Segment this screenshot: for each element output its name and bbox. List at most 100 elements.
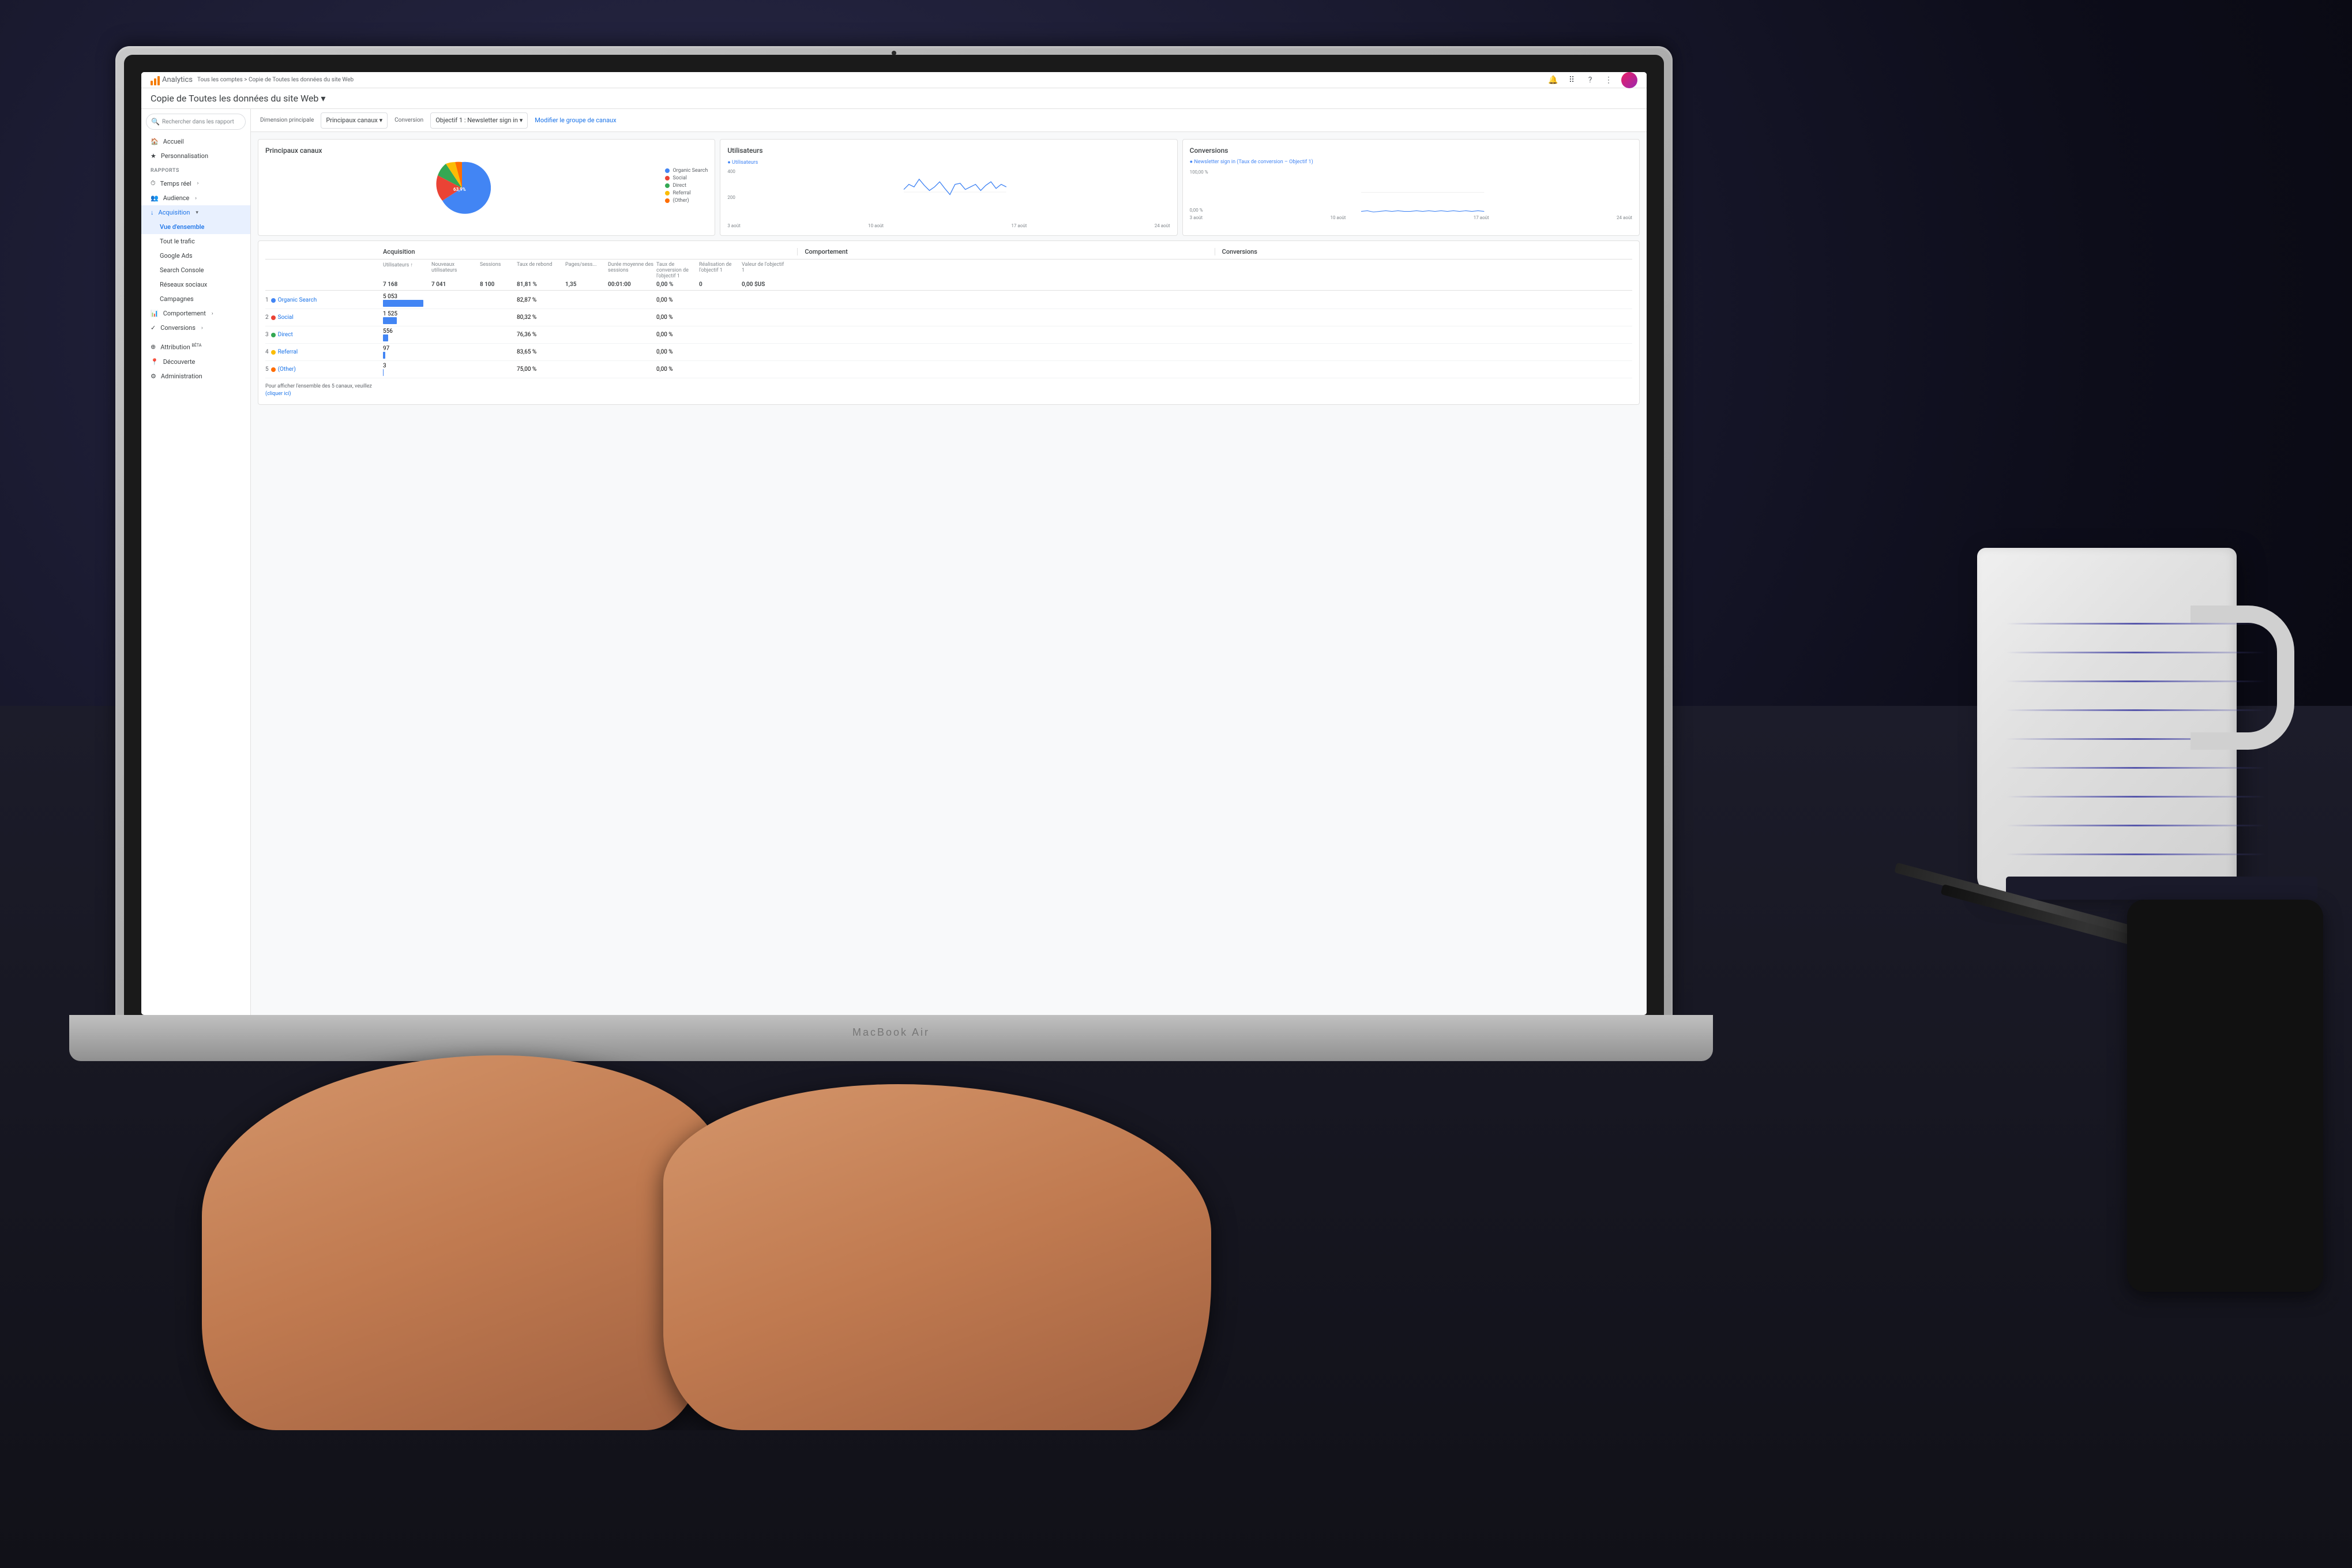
sidebar-item-attribution[interactable]: ⊕ Attribution BÊTA bbox=[141, 340, 250, 355]
chevron-right-icon-2: › bbox=[195, 195, 197, 201]
col-header-pages[interactable]: Pages/sess... bbox=[565, 262, 606, 279]
sidebar-label-search-console: Search Console bbox=[160, 266, 204, 274]
sidebar-item-search-console[interactable]: Search Console bbox=[141, 263, 250, 277]
conversions-line bbox=[1361, 210, 1484, 212]
table-channel-header bbox=[265, 248, 381, 255]
screen-bezel: Analytics Tous les comptes > Copie de To… bbox=[124, 55, 1664, 1018]
row-channel-direct[interactable]: 3 Direct bbox=[265, 332, 381, 338]
sidebar-item-decouverte[interactable]: 📍 Découverte bbox=[141, 355, 250, 369]
x-conv-label-2: 10 août bbox=[1330, 215, 1346, 220]
totals-value: 0,00 $US bbox=[742, 281, 788, 288]
sidebar-item-vue-ensemble[interactable]: Vue d'ensemble bbox=[141, 220, 250, 234]
y-axis-conversions: 100,00 % 0,00 % bbox=[1190, 170, 1211, 213]
channel-link-direct[interactable]: Direct bbox=[278, 332, 293, 338]
legend-label-other: (Other) bbox=[672, 198, 689, 204]
laptop-lid: Analytics Tous les comptes > Copie de To… bbox=[115, 46, 1673, 1026]
analytics-ui: Analytics Tous les comptes > Copie de To… bbox=[141, 72, 1647, 1015]
dimension-value: Principaux canaux ▾ bbox=[326, 116, 382, 124]
bar-social bbox=[383, 317, 397, 324]
sidebar-item-conversions[interactable]: ✓ Conversions › bbox=[141, 321, 250, 335]
col-header-value[interactable]: Valeur de l'objectif 1 bbox=[742, 262, 788, 279]
col-header-completions[interactable]: Réalisation de l'objectif 1 bbox=[699, 262, 739, 279]
bar-other bbox=[383, 369, 384, 376]
channel-link-organic[interactable]: Organic Search bbox=[278, 297, 317, 303]
channel-link-referral[interactable]: Referral bbox=[278, 349, 298, 355]
breadcrumb: Tous les comptes > Copie de Toutes les d… bbox=[197, 77, 1543, 83]
table-row: 5 (Other) 3 bbox=[265, 361, 1632, 378]
page-title: Copie de Toutes les données du site Web … bbox=[151, 93, 1637, 104]
notifications-icon[interactable]: 🔔 bbox=[1547, 74, 1559, 86]
totals-pages: 1,35 bbox=[565, 281, 606, 288]
main-area: 🔍 Rechercher dans les rapport 🏠 Accueil … bbox=[141, 109, 1647, 1015]
help-icon[interactable]: ? bbox=[1584, 74, 1596, 86]
row-users-organic: 5 053 bbox=[383, 294, 429, 307]
row-bounce-referral: 83,65 % bbox=[517, 349, 563, 355]
edit-canaux-link[interactable]: Modifier le groupe de canaux bbox=[535, 116, 616, 124]
row-channel-social[interactable]: 2 Social bbox=[265, 314, 381, 321]
phone bbox=[2127, 900, 2323, 1292]
sidebar-item-reseaux-sociaux[interactable]: Réseaux sociaux bbox=[141, 277, 250, 292]
chevron-right-icon: › bbox=[197, 181, 199, 186]
sidebar-item-campagnes[interactable]: Campagnes bbox=[141, 292, 250, 306]
dimension-label: Dimension principale bbox=[260, 117, 314, 123]
sidebar-label-vue-ensemble: Vue d'ensemble bbox=[160, 223, 204, 231]
row-channel-organic[interactable]: 1 Organic Search bbox=[265, 297, 381, 303]
channel-link-social[interactable]: Social bbox=[278, 314, 294, 321]
sidebar-item-administration[interactable]: ⚙ Administration bbox=[141, 369, 250, 383]
totals-completions: 0 bbox=[699, 281, 739, 288]
clock-icon: ⏱ bbox=[151, 179, 156, 187]
legend-direct: Direct bbox=[665, 183, 708, 189]
chart-utilisateurs-title: Utilisateurs bbox=[727, 146, 1170, 155]
y-axis-conv-min: 0,00 % bbox=[1190, 208, 1208, 213]
mug-stripe-6 bbox=[2006, 767, 2265, 769]
conversion-dropdown[interactable]: Objectif 1 : Newsletter sign in ▾ bbox=[430, 112, 528, 129]
apps-icon[interactable]: ⠿ bbox=[1566, 74, 1577, 86]
col-header-conv-rate[interactable]: Taux de conversion de l'objectif 1 bbox=[656, 262, 697, 279]
row-channel-referral[interactable]: 4 Referral bbox=[265, 349, 381, 355]
dot-organic bbox=[271, 298, 276, 303]
channel-link-other[interactable]: (Other) bbox=[278, 366, 296, 373]
legend-other: (Other) bbox=[665, 198, 708, 204]
dimension-dropdown[interactable]: Principaux canaux ▾ bbox=[321, 112, 388, 129]
table-row: 4 Referral 97 bbox=[265, 344, 1632, 361]
pie-label-percent: 63,9% bbox=[453, 187, 466, 192]
show-all-link[interactable]: (cliquer ici) bbox=[265, 391, 291, 397]
totals-users: 7 168 bbox=[383, 281, 429, 288]
row-channel-other[interactable]: 5 (Other) bbox=[265, 366, 381, 373]
sidebar-search[interactable]: 🔍 Rechercher dans les rapport bbox=[146, 114, 246, 130]
bar-direct bbox=[383, 334, 388, 341]
comportement-section-title: Comportement bbox=[800, 248, 1215, 255]
conversion-value: Objectif 1 : Newsletter sign in ▾ bbox=[435, 116, 523, 124]
logo-bars bbox=[151, 75, 160, 85]
user-avatar[interactable] bbox=[1621, 72, 1637, 88]
arrow-down-icon: ↓ bbox=[151, 209, 154, 216]
search-placeholder: Rechercher dans les rapport bbox=[162, 119, 234, 125]
legend-social: Social bbox=[665, 175, 708, 181]
col-header-channel bbox=[265, 262, 381, 279]
right-hand bbox=[663, 1084, 1211, 1430]
sidebar-item-tout-trafic[interactable]: Tout le trafic bbox=[141, 234, 250, 249]
header-top: Analytics Tous les comptes > Copie de To… bbox=[141, 72, 1647, 88]
sidebar-item-temps-reel[interactable]: ⏱ Temps réel › bbox=[141, 176, 250, 191]
sidebar-item-comportement[interactable]: 📊 Comportement › bbox=[141, 306, 250, 321]
sidebar-item-google-ads[interactable]: Google Ads bbox=[141, 249, 250, 263]
logo-bar-3 bbox=[157, 76, 160, 85]
col-header-new-users[interactable]: Nouveaux utilisateurs bbox=[431, 262, 478, 279]
more-icon[interactable]: ⋮ bbox=[1603, 74, 1614, 86]
sidebar-item-personnalisation[interactable]: ★ Personnalisation bbox=[141, 149, 250, 163]
col-header-duration[interactable]: Durée moyenne des sessions bbox=[608, 262, 654, 279]
chart-principaux-canaux: Principaux canaux bbox=[258, 139, 715, 236]
row-bounce-other: 75,00 % bbox=[517, 366, 563, 373]
x-conv-label-1: 3 août bbox=[1190, 215, 1203, 220]
col-header-users[interactable]: Utilisateurs ↑ bbox=[383, 262, 429, 279]
sidebar-item-acquisition[interactable]: ↓ Acquisition ▾ bbox=[141, 205, 250, 220]
col-header-bounce[interactable]: Taux de rebond bbox=[517, 262, 563, 279]
sidebar-item-accueil[interactable]: 🏠 Accueil bbox=[141, 134, 250, 149]
legend-dot-other bbox=[665, 198, 670, 203]
legend-label-referral: Referral bbox=[672, 190, 690, 196]
col-header-sessions[interactable]: Sessions bbox=[480, 262, 514, 279]
row-bounce-direct: 76,36 % bbox=[517, 332, 563, 338]
legend-organic: Organic Search bbox=[665, 168, 708, 174]
table-col-headers: Utilisateurs ↑ Nouveaux utilisateurs Ses… bbox=[265, 262, 1632, 279]
sidebar-item-audience[interactable]: 👥 Audience › bbox=[141, 191, 250, 205]
